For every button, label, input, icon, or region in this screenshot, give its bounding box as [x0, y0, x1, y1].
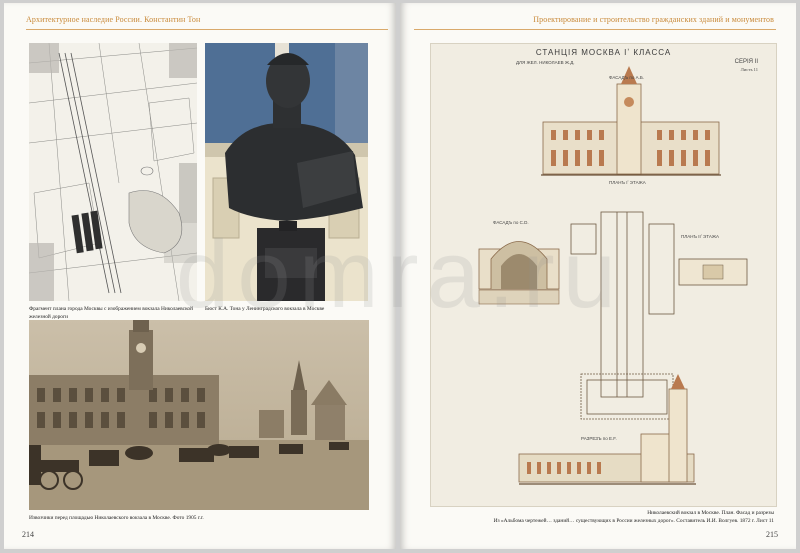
section-ef-label: РАЗРЕЗЪ по Е.F.	[581, 436, 617, 441]
first-floor-plan-label: ПЛАНЪ Iʼ ЭТАЖА	[609, 180, 646, 185]
left-page: Архитектурное наследие России. Константи…	[4, 3, 396, 549]
architectural-drawing-sheet: СТАНЦІЯ МОСКВА Iʼ КЛАССА ДЛЯ ЖЕЛ. НИКОЛА…	[430, 43, 777, 507]
left-page-number: 214	[22, 530, 34, 539]
right-page: Проектирование и строительство гражданск…	[400, 3, 796, 549]
longitudinal-section	[518, 374, 696, 485]
side-facade-drawing	[478, 241, 560, 305]
city-map-figure	[29, 43, 197, 301]
square-photo-caption: Извозчики перед площадью Николаевского в…	[29, 515, 204, 521]
map-caption: Фрагмент плана города Москвы с изображен…	[29, 306, 193, 320]
drawing-subtitle: ДЛЯ ЖЕЛ. НИКОЛАЕВ Ж.Д.	[516, 60, 575, 65]
right-header-rule	[414, 29, 776, 30]
left-running-head: Архитектурное наследие России. Константи…	[26, 15, 201, 24]
bust-photo-figure	[205, 43, 368, 301]
ground-floor-plan	[570, 211, 675, 420]
right-running-head: Проектирование и строительство гражданск…	[533, 15, 774, 24]
facade-ab-label: ФАСАДЪ по А.Б.	[609, 75, 645, 80]
drawing-caption-line1: Николаевский вокзал в Москве. План. Фаса…	[647, 510, 774, 516]
second-floor-plan-label: ПЛАНЪ IIʼ ЭТАЖА	[681, 234, 719, 239]
upper-floor-plan	[678, 258, 748, 286]
station-square-photo	[29, 320, 369, 510]
drawing-sheet-number: Листъ 11	[740, 67, 758, 72]
book-spread: Архитектурное наследие России. Константи…	[0, 0, 800, 553]
bust-caption: Бюст К.А. Тона у Ленинградского вокзала …	[205, 306, 325, 312]
right-page-number: 215	[766, 530, 778, 539]
drawing-title: СТАНЦІЯ МОСКВА Iʼ КЛАССА	[535, 48, 672, 57]
facade-cd-label: ФАСАДЪ по С.D.	[493, 220, 529, 225]
left-header-rule	[26, 29, 388, 30]
main-facade-drawing	[541, 66, 721, 176]
drawing-series: СЕРІЯ II	[734, 59, 758, 65]
drawing-caption-line2: Из «Альбома чертежей… зданий… существующ…	[493, 518, 774, 524]
